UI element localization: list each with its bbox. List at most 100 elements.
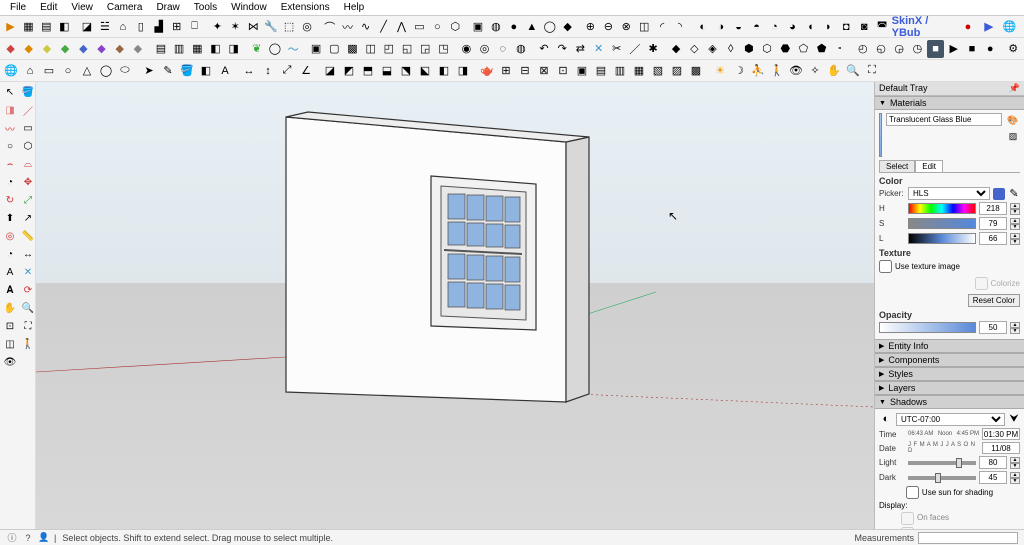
select-tool-icon[interactable]: ↖ — [2, 84, 18, 100]
tool-j-icon[interactable]: ◙ — [856, 18, 873, 36]
view1-icon[interactable]: ⊞ — [497, 62, 515, 80]
tool-a-icon[interactable]: ◐ — [694, 18, 711, 36]
shape7-icon[interactable]: ◧ — [435, 62, 453, 80]
cube5-icon[interactable]: ◰ — [380, 40, 397, 58]
3dtext-icon[interactable]: 𝐀 — [2, 282, 18, 298]
panel-layers[interactable]: ▶Layers — [875, 381, 1024, 395]
tray-pin-icon[interactable]: 📌 — [1009, 83, 1020, 94]
material-brown-icon[interactable]: ◆ — [111, 40, 128, 58]
dark-slider[interactable] — [908, 476, 976, 480]
tab-edit[interactable]: Edit — [915, 160, 943, 172]
misc14-icon[interactable]: ◷ — [909, 40, 926, 58]
misc5-icon[interactable]: ⬢ — [740, 40, 757, 58]
door-icon[interactable]: ⎕ — [186, 18, 203, 36]
view11-icon[interactable]: ▩ — [687, 62, 705, 80]
paint-tool-icon[interactable]: 🪣 — [20, 84, 36, 100]
misc11-icon[interactable]: ◴ — [854, 40, 871, 58]
panel-components[interactable]: ▶Components — [875, 353, 1024, 367]
tool-b-icon[interactable]: ◑ — [712, 18, 729, 36]
wall-icon[interactable]: ▯ — [132, 18, 149, 36]
picker-preview-icon[interactable] — [993, 188, 1005, 200]
shadow-toggle-icon[interactable]: ◐ — [879, 412, 893, 426]
tool-d-icon[interactable]: ◓ — [748, 18, 765, 36]
tab-select[interactable]: Select — [879, 160, 915, 172]
angle-icon[interactable]: ∠ — [297, 62, 315, 80]
dim2-icon[interactable]: ↕ — [259, 62, 277, 80]
lgt-slider[interactable] — [908, 233, 976, 244]
shape6-icon[interactable]: ⬕ — [416, 62, 434, 80]
boolean-subtract-icon[interactable]: ⊖ — [600, 18, 617, 36]
shape4-icon[interactable]: ⬓ — [378, 62, 396, 80]
freehand-icon[interactable]: 〰 — [2, 120, 18, 136]
use-sun-checkbox[interactable] — [906, 486, 919, 499]
material-blue-icon[interactable]: ◆ — [75, 40, 92, 58]
view3-icon[interactable]: ⊠ — [535, 62, 553, 80]
panel-styles[interactable]: ▶Styles — [875, 367, 1024, 381]
pan-icon[interactable]: ✋ — [2, 300, 18, 316]
picker-select[interactable]: HLS — [908, 187, 990, 200]
hand-icon[interactable]: ✋ — [825, 62, 843, 80]
record-icon[interactable]: ● — [960, 18, 977, 36]
opacity-slider[interactable] — [879, 322, 976, 333]
play-render-icon[interactable]: ▶ — [945, 40, 962, 58]
star-tool-icon[interactable]: ✱ — [645, 40, 662, 58]
boolean-union-icon[interactable]: ⊕ — [582, 18, 599, 36]
text-tool-icon[interactable]: A — [2, 264, 18, 280]
light-input[interactable] — [979, 456, 1007, 469]
offset-icon[interactable]: ◎ — [299, 18, 316, 36]
dark-input[interactable] — [979, 471, 1007, 484]
menu-tools[interactable]: Tools — [188, 1, 223, 14]
date-input[interactable] — [982, 442, 1020, 454]
knife-icon[interactable]: ／ — [626, 40, 643, 58]
layers-icon[interactable]: ☱ — [96, 18, 113, 36]
tray-title[interactable]: Default Tray📌 — [875, 82, 1024, 96]
view4-icon[interactable]: ⊡ — [554, 62, 572, 80]
view9-icon[interactable]: ▧ — [649, 62, 667, 80]
info-icon[interactable]: ⓘ — [6, 532, 18, 544]
style2-icon[interactable]: ◨ — [225, 40, 242, 58]
fillet-icon[interactable]: ◜ — [654, 18, 671, 36]
globe2-icon[interactable]: 🌐 — [2, 62, 20, 80]
explode-icon[interactable]: ✦ — [209, 18, 226, 36]
dim1-icon[interactable]: ↔ — [240, 62, 258, 80]
help-icon[interactable]: ? — [22, 532, 34, 544]
blend-icon[interactable]: ◧ — [56, 18, 73, 36]
hue-input[interactable] — [979, 202, 1007, 215]
shadow-options-icon[interactable]: ⮟ — [1008, 413, 1020, 425]
material-purple-icon[interactable]: ◆ — [93, 40, 110, 58]
cut-tool-icon[interactable]: ✂ — [608, 40, 625, 58]
move-tool-icon[interactable]: ✥ — [20, 174, 36, 190]
material-orange-icon[interactable]: ◆ — [20, 40, 37, 58]
misc1-icon[interactable]: ◆ — [668, 40, 685, 58]
circle-icon[interactable]: ○ — [429, 18, 446, 36]
tape-icon[interactable]: 📏 — [20, 228, 36, 244]
menu-camera[interactable]: Camera — [101, 1, 149, 14]
time-slider[interactable]: 06:43 AMNoon4:45 PM — [908, 431, 979, 437]
moon-icon[interactable]: ☽ — [730, 62, 748, 80]
select-arrow-icon[interactable]: ➤ — [140, 62, 158, 80]
view10-icon[interactable]: ▨ — [668, 62, 686, 80]
lgt-input[interactable] — [979, 232, 1007, 245]
line-icon[interactable]: ╱ — [375, 18, 392, 36]
viewport-3d[interactable]: ↖ — [36, 82, 874, 529]
stop-render-icon[interactable]: ■ — [963, 40, 980, 58]
leaf-icon[interactable]: ❦ — [248, 40, 265, 58]
view7-icon[interactable]: ▥ — [611, 62, 629, 80]
extrude-icon[interactable]: ⬚ — [281, 18, 298, 36]
shape8-icon[interactable]: ◨ — [454, 62, 472, 80]
polygon-icon[interactable]: ⬡ — [447, 18, 464, 36]
boolean-intersect-icon[interactable]: ⊗ — [618, 18, 635, 36]
tool-c-icon[interactable]: ◒ — [730, 18, 747, 36]
person-icon[interactable]: ⛹ — [749, 62, 767, 80]
roof-icon[interactable]: ⌂ — [114, 18, 131, 36]
stairs-icon[interactable]: ▟ — [150, 18, 167, 36]
wrench-icon[interactable]: 🔧 — [263, 18, 280, 36]
layer-sheet3-icon[interactable]: ▦ — [189, 40, 206, 58]
walk-icon[interactable]: 🚶 — [768, 62, 786, 80]
cube6-icon[interactable]: ◱ — [398, 40, 415, 58]
sat-input[interactable] — [979, 217, 1007, 230]
torus-icon[interactable]: ◯ — [541, 18, 558, 36]
hue-down-icon[interactable]: ▼ — [1010, 209, 1020, 215]
cone-icon[interactable]: ▲ — [523, 18, 540, 36]
tool-h-icon[interactable]: ◗ — [820, 18, 837, 36]
